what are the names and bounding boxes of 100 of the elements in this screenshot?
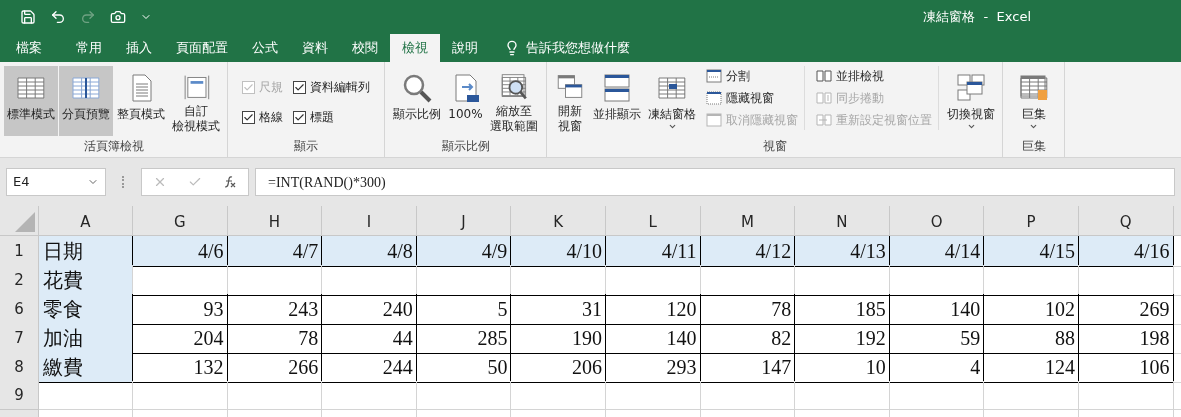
group-label: 顯示比例 bbox=[440, 138, 491, 155]
table-cell: 198 bbox=[1078, 323, 1174, 354]
ribbon-tab[interactable]: 公式 bbox=[240, 34, 290, 62]
table-cell: 78 bbox=[227, 323, 323, 354]
table-cell: 204 bbox=[133, 323, 228, 354]
table-cell: 82 bbox=[700, 323, 796, 354]
window-title: 凍結窗格 - Excel bbox=[923, 8, 1031, 27]
row-header[interactable]: 7 bbox=[0, 323, 39, 354]
ribbon-tab[interactable]: 校閱 bbox=[340, 34, 390, 62]
table-cell: 140 bbox=[889, 294, 985, 325]
group-label: 顯示 bbox=[293, 138, 319, 155]
table-cell: 266 bbox=[227, 352, 323, 383]
table-cell: 285 bbox=[416, 323, 512, 354]
table-cell: 5 bbox=[416, 294, 512, 325]
checkbox[interactable]: 標題 bbox=[293, 108, 370, 126]
camera-icon[interactable] bbox=[110, 9, 126, 25]
table-cell: 206 bbox=[511, 352, 606, 383]
macro-button[interactable]: 巨集 bbox=[1014, 66, 1053, 136]
table-cell: 240 bbox=[322, 294, 417, 325]
drag-handle-icon[interactable] bbox=[122, 176, 125, 188]
switch-windows-icon bbox=[955, 72, 987, 104]
custom-view-button[interactable]: 自訂 檢視模式 bbox=[169, 66, 223, 136]
row-header[interactable]: 2 bbox=[0, 265, 39, 296]
table-cell: 50 bbox=[416, 352, 512, 383]
split-icon bbox=[706, 68, 722, 84]
table-cell: 4/15 bbox=[984, 236, 1079, 267]
table-cell: 10 bbox=[795, 352, 890, 383]
check-icon bbox=[243, 111, 254, 123]
new-window-button[interactable]: 開新 視窗 bbox=[551, 66, 589, 136]
function-icon[interactable] bbox=[223, 175, 238, 189]
ribbon-tab[interactable]: 頁面配置 bbox=[164, 34, 240, 62]
table-cell: 4/10 bbox=[511, 236, 606, 267]
switch-windows-button[interactable]: 切換視窗 bbox=[944, 66, 998, 136]
hidden-window-button[interactable]: 隱藏視窗 bbox=[706, 88, 798, 108]
grid-button[interactable]: 標準模式 bbox=[4, 66, 58, 136]
tell-me-field[interactable]: 告訴我您想做什麼 bbox=[526, 38, 630, 58]
row-header[interactable]: 6 bbox=[0, 294, 39, 325]
lightbulb-icon bbox=[504, 40, 520, 56]
ribbon-tab[interactable]: 檔案 bbox=[4, 34, 54, 62]
check-icon bbox=[294, 111, 305, 123]
table-cell: 147 bbox=[700, 352, 796, 383]
table-cell: 加油 bbox=[39, 323, 133, 354]
table-cell: 4/12 bbox=[700, 236, 796, 267]
page-button[interactable]: 整頁模式 bbox=[114, 66, 168, 136]
window-icon bbox=[706, 112, 722, 128]
enter-icon[interactable] bbox=[188, 175, 202, 189]
stacked-windows-icon bbox=[601, 72, 633, 104]
sync-scroll-icon bbox=[816, 90, 832, 106]
row-header[interactable]: 9 bbox=[0, 381, 39, 410]
table-cell: 140 bbox=[605, 323, 701, 354]
table-cell: 4/6 bbox=[133, 236, 228, 267]
row-header[interactable]: 1 bbox=[0, 236, 39, 267]
magnifier-button[interactable]: 顯示比例 bbox=[390, 66, 445, 136]
stacked-windows-button[interactable]: 並排顯示 bbox=[590, 66, 644, 136]
ribbon-tab[interactable]: 說明 bbox=[440, 34, 490, 62]
group-label: 活頁簿檢視 bbox=[82, 138, 145, 155]
table-cell: 243 bbox=[227, 294, 323, 325]
undo-icon[interactable] bbox=[50, 9, 66, 25]
table-cell: 花費 bbox=[39, 265, 133, 296]
name-box[interactable]: E4 bbox=[6, 168, 106, 196]
ribbon-tab[interactable]: 插入 bbox=[114, 34, 164, 62]
table-cell: 106 bbox=[1078, 352, 1174, 383]
checkbox[interactable]: 格線 bbox=[242, 108, 283, 126]
hidden-window-icon bbox=[706, 90, 722, 106]
table-cell: 120 bbox=[605, 294, 701, 325]
table-cell: 293 bbox=[605, 352, 701, 383]
save-icon[interactable] bbox=[20, 9, 36, 25]
table-cell: 4/9 bbox=[416, 236, 512, 267]
table-cell: 4/14 bbox=[889, 236, 985, 267]
ribbon-tab[interactable]: 檢視 bbox=[390, 34, 440, 62]
table-cell: 31 bbox=[511, 294, 606, 325]
caret-icon bbox=[1029, 122, 1038, 131]
formula-field[interactable]: =INT(RAND()*300) bbox=[255, 168, 1175, 196]
table-cell: 繳費 bbox=[39, 352, 133, 383]
table-cell: 4/16 bbox=[1078, 236, 1174, 267]
check-icon bbox=[243, 81, 254, 93]
caret-icon bbox=[667, 122, 677, 131]
table-cell: 零食 bbox=[39, 294, 133, 325]
table-cell: 4 bbox=[889, 352, 985, 383]
row-header[interactable]: 8 bbox=[0, 352, 39, 383]
table-cell: 4/7 bbox=[227, 236, 323, 267]
table-cell: 185 bbox=[795, 294, 890, 325]
table-cell: 59 bbox=[889, 323, 985, 354]
group-label: 巨集 bbox=[1020, 138, 1047, 155]
page-arrow-button[interactable]: 100% bbox=[445, 66, 486, 136]
freeze-grid-button[interactable]: 凍結窗格 bbox=[645, 66, 699, 136]
page-break-button[interactable]: 分頁預覽 bbox=[59, 66, 113, 136]
split-button[interactable]: 分割 bbox=[706, 66, 798, 86]
caret-icon bbox=[966, 122, 976, 131]
side-by-side-button[interactable]: 並排檢視 bbox=[816, 66, 932, 86]
reset-position-icon bbox=[816, 112, 832, 128]
table-cell: 269 bbox=[1078, 294, 1174, 325]
zoom-selection-button[interactable]: 縮放至 選取範圍 bbox=[486, 66, 541, 136]
ribbon-tab[interactable]: 資料 bbox=[290, 34, 340, 62]
ribbon-tab[interactable]: 常用 bbox=[64, 34, 114, 62]
table-cell: 78 bbox=[700, 294, 796, 325]
side-by-side-icon bbox=[816, 68, 832, 84]
table-cell: 4/13 bbox=[795, 236, 890, 267]
table-cell: 192 bbox=[795, 323, 890, 354]
checkbox[interactable]: 資料編輯列 bbox=[293, 78, 370, 96]
